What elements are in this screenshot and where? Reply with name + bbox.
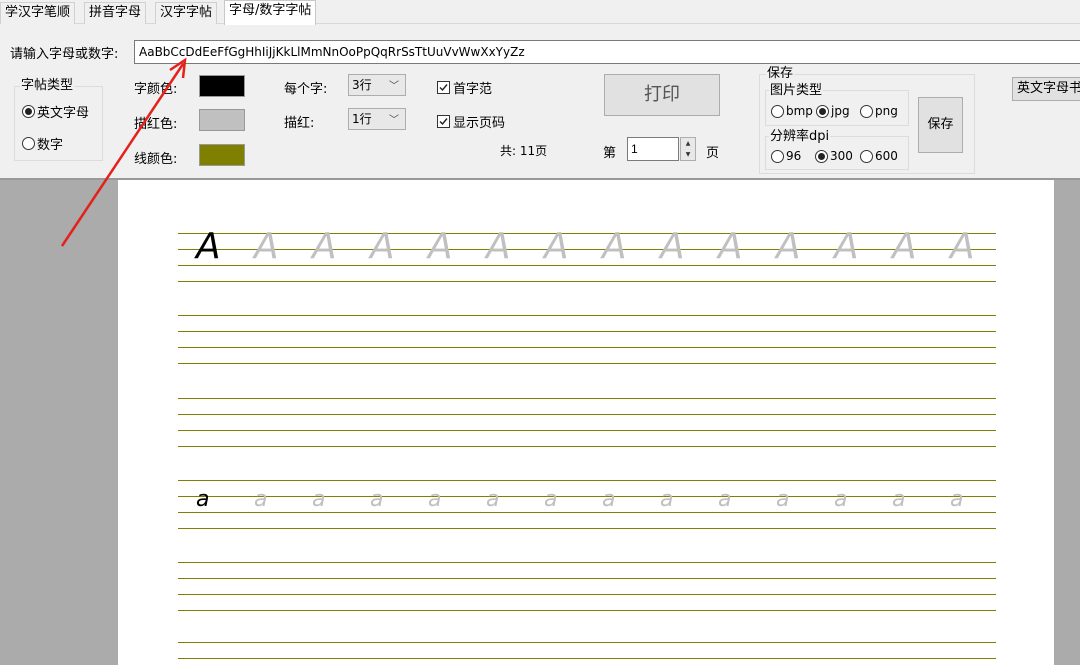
red-arrow-annotation: [60, 57, 187, 247]
tab-letter-number-copybook[interactable]: 字母/数字字帖: [224, 0, 317, 25]
app-window: 学汉字笔顺 拼音字母 汉字字帖 字母/数字字帖 请输入字母或数字: 字帖类型 英…: [0, 0, 1080, 665]
